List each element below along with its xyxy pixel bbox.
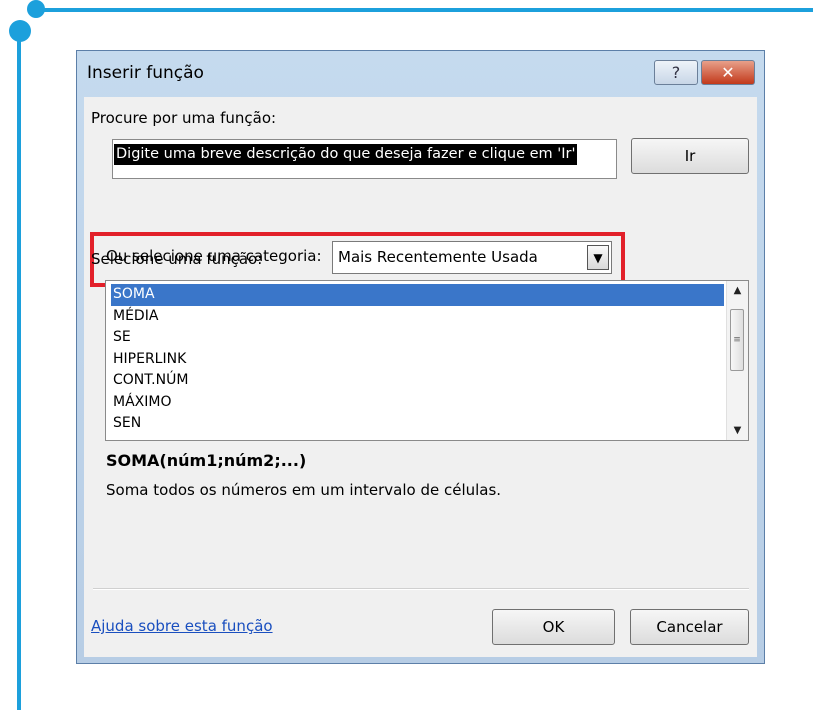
function-list-label: Selecione uma função: — [91, 250, 263, 268]
decorative-line-left — [17, 34, 21, 710]
function-help-link[interactable]: Ajuda sobre esta função — [91, 617, 273, 635]
decorative-dot-left — [9, 20, 31, 42]
list-item-soma[interactable]: SOMA — [111, 284, 724, 306]
go-button[interactable]: Ir — [631, 138, 749, 174]
search-label: Procure por uma função: — [91, 109, 277, 127]
list-item-hiperlink[interactable]: HIPERLINK — [111, 349, 724, 371]
insert-function-dialog: Inserir função ? ✕ Procure por uma funçã… — [76, 50, 765, 664]
function-list-items: SOMA MÉDIA SE HIPERLINK CONT.NÚM MÁXIMO … — [111, 284, 724, 435]
list-item-cont-num[interactable]: CONT.NÚM — [111, 370, 724, 392]
function-list[interactable]: SOMA MÉDIA SE HIPERLINK CONT.NÚM MÁXIMO … — [105, 280, 749, 441]
dialog-title: Inserir função — [87, 63, 204, 83]
function-description: Soma todos os números em um intervalo de… — [106, 481, 502, 499]
close-button[interactable]: ✕ — [701, 60, 755, 85]
decorative-dot-top — [27, 0, 45, 18]
search-input[interactable]: Digite uma breve descrição do que deseja… — [112, 139, 617, 179]
go-button-label: Ir — [684, 147, 696, 165]
category-dropdown[interactable]: Mais Recentemente Usada ▼ — [332, 241, 612, 274]
cancel-button-label: Cancelar — [656, 618, 723, 636]
category-dropdown-value: Mais Recentemente Usada — [338, 248, 538, 266]
ok-button-label: OK — [542, 618, 565, 636]
list-item-media[interactable]: MÉDIA — [111, 306, 724, 328]
dialog-body: Procure por uma função: Digite uma breve… — [84, 97, 757, 657]
help-button[interactable]: ? — [654, 60, 698, 85]
question-mark-icon: ? — [671, 63, 681, 82]
close-icon: ✕ — [721, 63, 735, 82]
scroll-up-arrow-icon[interactable]: ▲ — [727, 285, 748, 296]
decorative-line-top — [34, 8, 813, 12]
function-list-scrollbar[interactable]: ▲ ≡ ▼ — [726, 281, 748, 440]
footer-divider — [93, 588, 749, 590]
search-input-value: Digite uma breve descrição do que deseja… — [114, 144, 578, 165]
title-bar: Inserir função ? ✕ — [77, 51, 764, 97]
dropdown-arrow-icon[interactable]: ▼ — [587, 245, 609, 270]
ok-button[interactable]: OK — [492, 609, 615, 645]
list-item-maximo[interactable]: MÁXIMO — [111, 392, 724, 414]
scroll-down-arrow-icon[interactable]: ▼ — [727, 425, 748, 436]
list-item-se[interactable]: SE — [111, 327, 724, 349]
function-syntax: SOMA(núm1;núm2;...) — [106, 451, 307, 470]
list-item-sen[interactable]: SEN — [111, 413, 724, 435]
scroll-thumb[interactable]: ≡ — [730, 309, 744, 371]
cancel-button[interactable]: Cancelar — [630, 609, 749, 645]
